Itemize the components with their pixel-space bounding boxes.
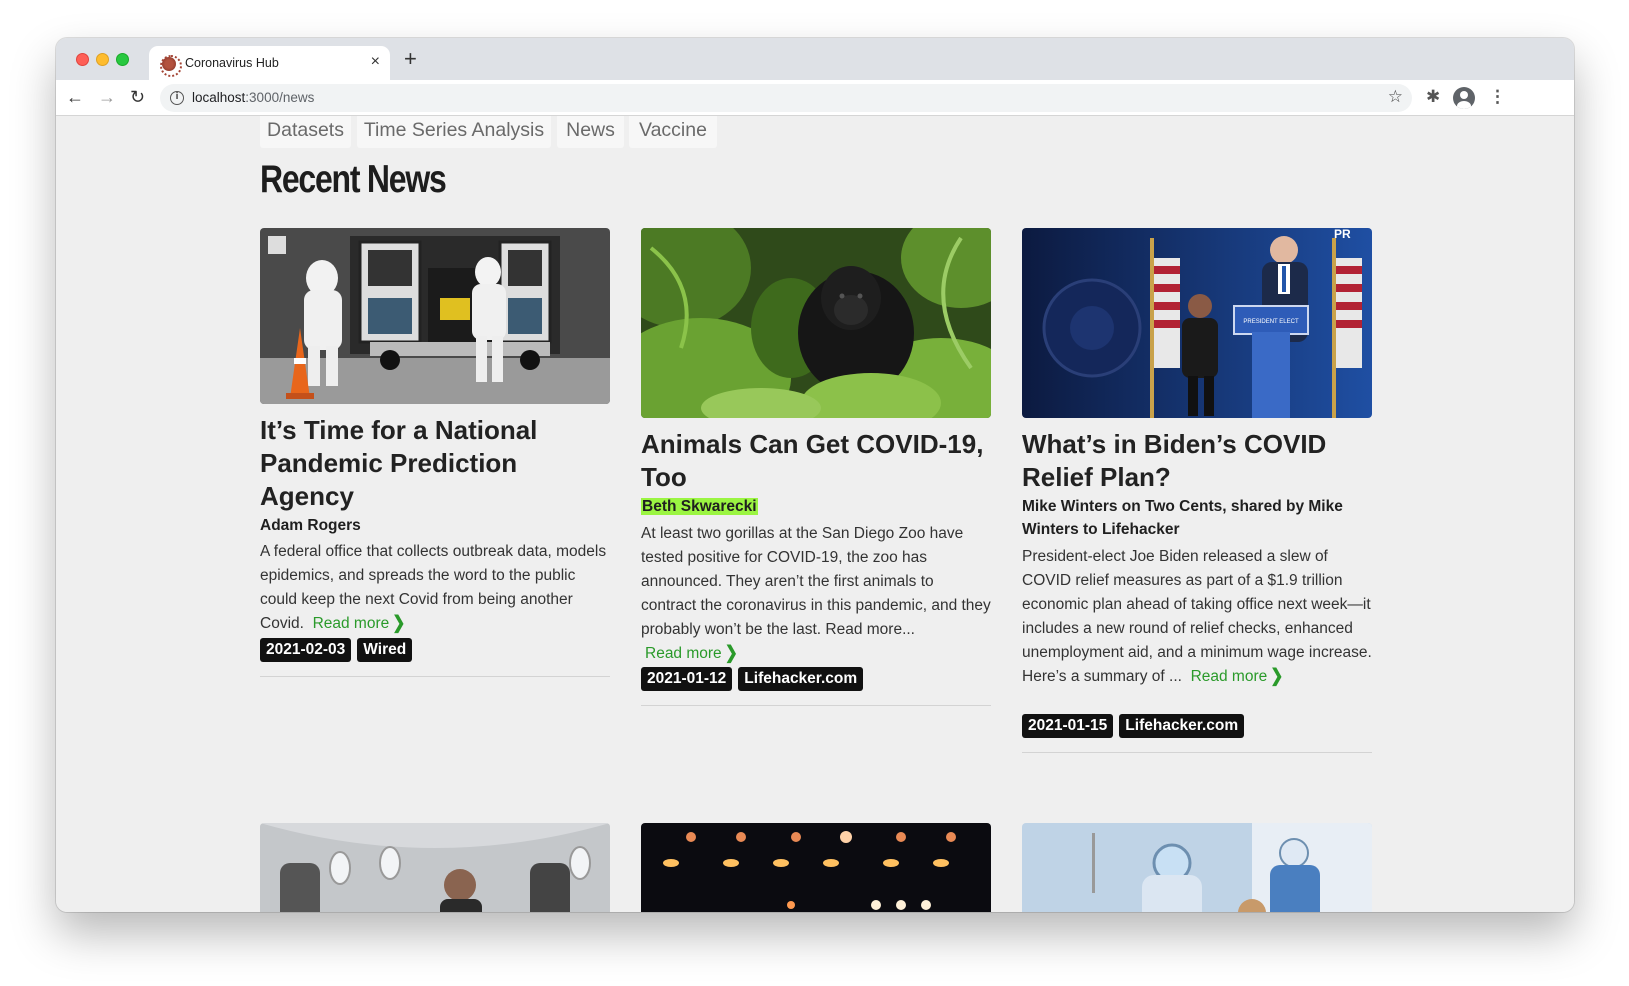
nav-tab-time-series-analysis[interactable]: Time Series Analysis	[357, 116, 551, 148]
coronavirus-favicon-icon	[160, 55, 182, 77]
article-badges: 2021-01-12 Lifehacker.com	[641, 667, 869, 691]
date-badge: 2021-01-15	[1022, 714, 1114, 738]
article-badges: 2021-02-03 Wired	[260, 638, 418, 662]
article-title[interactable]: It’s Time for a National Pandemic Predic…	[260, 414, 610, 513]
date-badge: 2021-02-03	[260, 638, 352, 662]
card-divider	[1022, 752, 1372, 753]
close-window-button[interactable]	[76, 53, 89, 66]
kebab-menu-icon[interactable]: ⋮	[1489, 86, 1506, 108]
article-description: At least two gorillas at the San Diego Z…	[641, 522, 991, 666]
address-bar[interactable]: i localhost:3000/news ☆	[160, 84, 1412, 112]
ambulance-photo-icon[interactable]	[260, 228, 610, 404]
airplane-cabin-photo-icon[interactable]	[260, 823, 610, 912]
author-name: Beth Skwarecki	[641, 498, 758, 515]
chevron-right-icon: ❯	[1270, 666, 1284, 687]
chevron-right-icon: ❯	[724, 643, 738, 664]
press-conference-photo-icon[interactable]: PRESIDENT ELECT PR	[1022, 228, 1372, 418]
new-tab-button[interactable]: +	[404, 48, 417, 70]
tab-close-icon[interactable]: ×	[371, 53, 380, 71]
maximize-window-button[interactable]	[116, 53, 129, 66]
page-viewport: Datasets Time Series Analysis News Vacci…	[56, 116, 1574, 912]
nav-tab-datasets[interactable]: Datasets	[260, 116, 351, 148]
profile-avatar-icon[interactable]	[1453, 87, 1475, 109]
url-host: localhost	[192, 90, 246, 105]
reload-icon[interactable]: ↻	[130, 86, 145, 108]
tab-strip: Coronavirus Hub × +	[56, 38, 1574, 80]
read-more-link[interactable]: Read more ❯	[1190, 667, 1284, 687]
podium-text: PRESIDENT ELECT	[1243, 319, 1299, 325]
browser-window: Coronavirus Hub × + ← → ↻ i localhost:30…	[56, 38, 1574, 912]
read-more-label: Read more	[312, 615, 390, 632]
author-name: Mike Winters on Two Cents, shared by Mik…	[1022, 498, 1343, 538]
site-info-icon[interactable]: i	[170, 91, 184, 105]
article-author: Beth Skwarecki	[641, 495, 991, 518]
article-description: A federal office that collects outbreak …	[260, 540, 610, 636]
page-title: Recent News	[260, 158, 447, 201]
source-badge: Lifehacker.com	[1119, 714, 1245, 738]
article-badges: 2021-01-15 Lifehacker.com	[1022, 714, 1250, 738]
healthcare-workers-photo-icon[interactable]	[1022, 823, 1372, 912]
url-text[interactable]: localhost:3000/news	[192, 90, 314, 105]
card-divider	[260, 676, 610, 677]
extensions-puzzle-icon[interactable]: ✱	[1426, 86, 1440, 108]
article-author: Mike Winters on Two Cents, shared by Mik…	[1022, 495, 1372, 541]
article-title[interactable]: What’s in Biden’s COVID Relief Plan?	[1022, 428, 1372, 494]
read-more-link[interactable]: Read more ❯	[312, 614, 406, 634]
back-arrow-icon[interactable]: ←	[66, 86, 84, 108]
date-badge: 2021-01-12	[641, 667, 733, 691]
chevron-right-icon: ❯	[392, 613, 406, 634]
url-path: :3000/news	[245, 90, 315, 105]
author-name: Adam Rogers	[260, 517, 361, 534]
nav-tab-news[interactable]: News	[557, 116, 624, 148]
article-author: Adam Rogers	[260, 514, 610, 537]
nav-tab-vaccine[interactable]: Vaccine	[629, 116, 717, 148]
read-more-label: Read more	[1190, 668, 1268, 685]
tab-title: Coronavirus Hub	[185, 56, 279, 70]
backdrop-text: PR	[1334, 228, 1351, 241]
browser-tab-active[interactable]: Coronavirus Hub ×	[149, 46, 390, 80]
article-description: President-elect Joe Biden released a sle…	[1022, 545, 1372, 689]
minimize-window-button[interactable]	[96, 53, 109, 66]
read-more-label: Read more	[645, 645, 722, 662]
card-divider	[641, 705, 991, 706]
browser-toolbar: ← → ↻ i localhost:3000/news ☆ ✱ ⋮	[56, 80, 1574, 116]
source-badge: Wired	[357, 638, 413, 662]
read-more-link[interactable]: Read more ❯	[645, 644, 738, 664]
forward-arrow-icon[interactable]: →	[98, 86, 116, 108]
concert-lights-photo-icon[interactable]	[641, 823, 991, 912]
description-text: At least two gorillas at the San Diego Z…	[641, 525, 991, 638]
description-text: President-elect Joe Biden released a sle…	[1022, 548, 1372, 685]
bookmark-star-icon[interactable]: ☆	[1388, 87, 1403, 107]
gorilla-photo-icon[interactable]	[641, 228, 991, 418]
source-badge: Lifehacker.com	[738, 667, 864, 691]
article-title[interactable]: Animals Can Get COVID-19, Too	[641, 428, 991, 494]
